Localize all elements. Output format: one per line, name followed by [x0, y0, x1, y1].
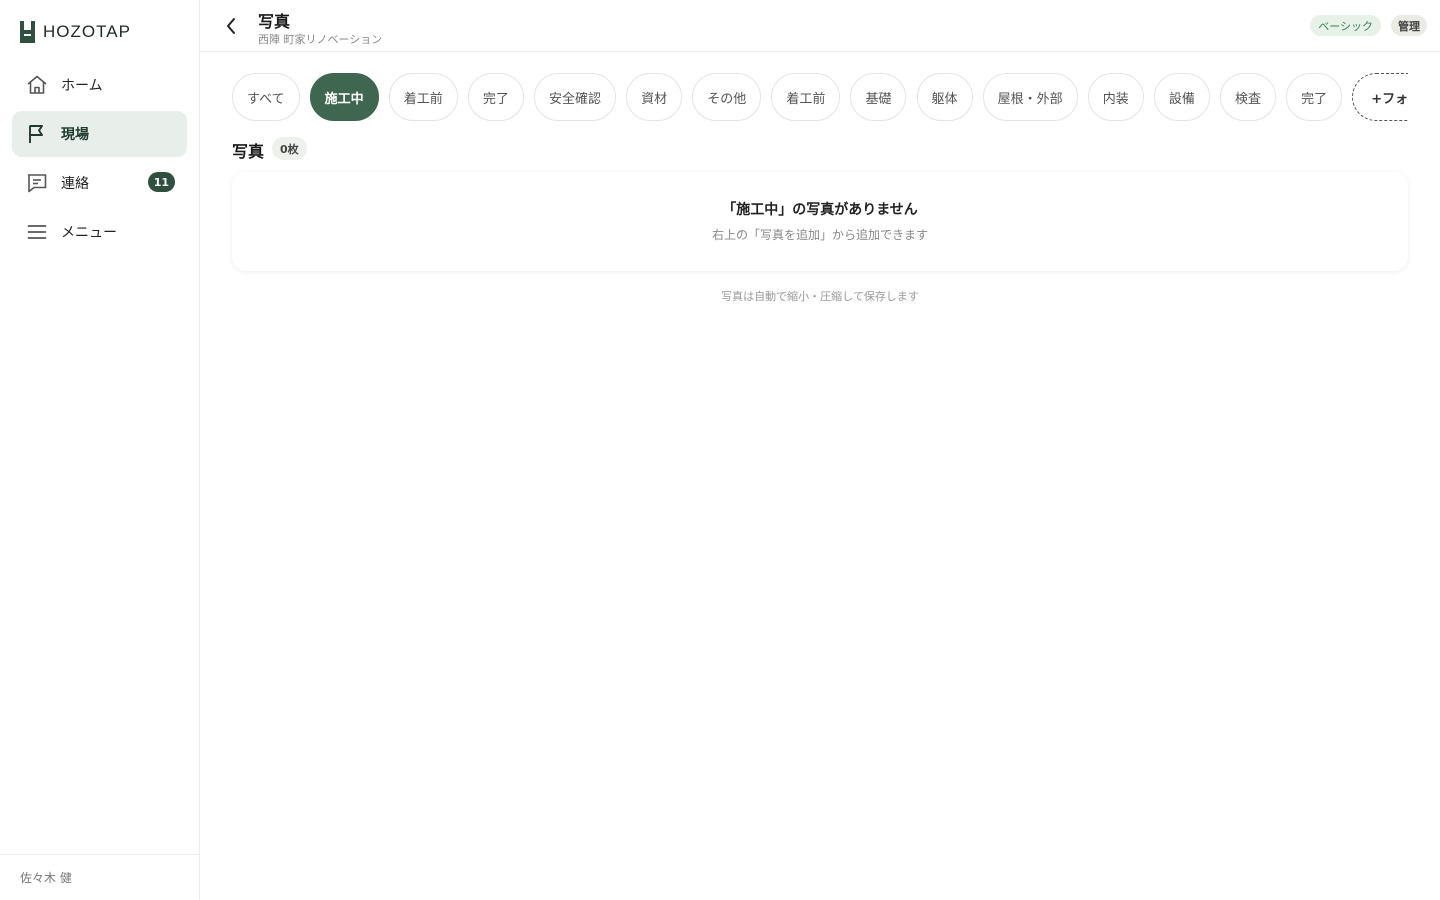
folder-chip[interactable]: すべて	[232, 73, 300, 121]
unread-badge: 11	[147, 172, 175, 192]
sidebar-item-messages[interactable]: 連絡 11	[12, 160, 187, 206]
folder-chip-active[interactable]: 施工中	[309, 73, 379, 121]
photo-count-badge: 0枚	[272, 137, 307, 160]
folder-tabs: すべて 施工中 着工前 完了 安全確認 資材 その他 着工前 基礎 躯体 屋根・…	[232, 72, 1408, 124]
sidebar-item-label: メニュー	[61, 225, 117, 241]
folder-chip[interactable]: 内装	[1087, 73, 1144, 121]
message-icon	[25, 171, 49, 195]
sidebar-nav: ホーム 現場 連絡 11 メニュー	[12, 62, 187, 258]
folder-chip[interactable]: 資材	[626, 73, 683, 121]
header: 写真 西陣 町家リノベーション ベーシック 管理	[200, 0, 1440, 52]
folder-chip[interactable]: 着工前	[388, 73, 458, 121]
project-name: 西陣 町家リノベーション	[258, 33, 383, 46]
add-folder-button[interactable]: +フォルダ	[1352, 73, 1408, 121]
plan-badge: ベーシック	[1310, 15, 1381, 36]
folder-chip[interactable]: 躯体	[916, 73, 973, 121]
folder-chip[interactable]: 安全確認	[534, 73, 617, 121]
folder-chip[interactable]: 設備	[1153, 73, 1210, 121]
brand-logo-icon	[20, 21, 35, 43]
admin-badge: 管理	[1391, 15, 1427, 36]
folder-chip[interactable]: その他	[692, 73, 762, 121]
sidebar-item-menu[interactable]: メニュー	[12, 209, 187, 255]
empty-state-hint: 右上の「写真を追加」から追加できます	[711, 228, 928, 242]
chevron-left-icon	[227, 18, 235, 34]
section-title: 写真	[232, 142, 265, 161]
back-button[interactable]	[220, 14, 242, 38]
folder-chip[interactable]: 完了	[467, 73, 524, 121]
folder-chip[interactable]: 検査	[1219, 73, 1276, 121]
sidebar-item-label: 現場	[61, 127, 89, 143]
folder-chip[interactable]: 完了	[1286, 73, 1343, 121]
sidebar: HOZOTAP ホーム 現場 連絡 11 メニュー 佐々木 健	[0, 0, 200, 900]
page-title: 写真	[258, 12, 291, 31]
compression-note: 写真は自動で縮小・圧縮して保存します	[721, 290, 919, 303]
brand-name: HOZOTAP	[43, 22, 131, 41]
empty-state-card: 「施工中」の写真がありません 右上の「写真を追加」から追加できます	[232, 172, 1408, 271]
sidebar-item-label: 連絡	[61, 176, 89, 192]
menu-icon	[25, 220, 49, 244]
flag-icon	[25, 122, 49, 146]
sidebar-item-sites[interactable]: 現場	[12, 111, 187, 157]
sidebar-item-label: ホーム	[61, 78, 103, 94]
folder-chip[interactable]: 着工前	[771, 73, 841, 121]
sidebar-item-home[interactable]: ホーム	[12, 62, 187, 108]
home-icon	[25, 73, 49, 97]
user-name[interactable]: 佐々木 健	[0, 854, 199, 900]
folder-chip[interactable]: 屋根・外部	[982, 73, 1078, 121]
folder-chip[interactable]: 基礎	[850, 73, 907, 121]
brand[interactable]: HOZOTAP	[20, 20, 131, 44]
empty-state-title: 「施工中」の写真がありません	[722, 202, 918, 218]
